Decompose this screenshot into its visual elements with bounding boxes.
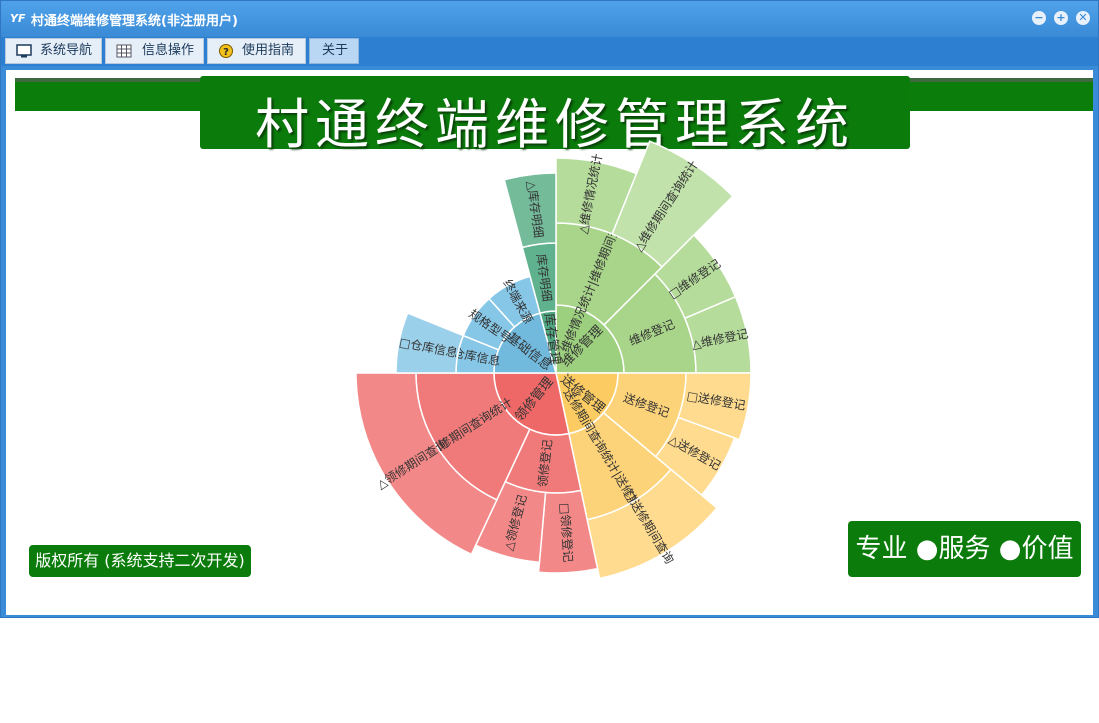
tab-about[interactable]: 关于: [309, 38, 359, 64]
grid-icon: [116, 44, 132, 58]
tab-label: 信息操作: [142, 43, 195, 58]
help-icon: ?: [219, 44, 233, 58]
menu-bar: 系统导航 信息操作 ? 使用指南 关于: [1, 37, 1098, 66]
svg-text:?: ?: [223, 47, 229, 58]
minimize-button[interactable]: −: [1032, 11, 1046, 25]
window-title: 村通终端维修管理系统(非注册用户): [31, 14, 238, 29]
tab-system-navigation[interactable]: 系统导航: [5, 38, 102, 64]
tab-label: 使用指南: [242, 43, 295, 58]
maximize-button[interactable]: +: [1054, 11, 1068, 25]
tab-information-operation[interactable]: 信息操作: [105, 38, 204, 64]
app-logo-icon: YF: [10, 12, 26, 25]
monitor-icon: [16, 44, 32, 58]
tab-label: 关于: [322, 43, 349, 58]
app-window: YF 村通终端维修管理系统(非注册用户) − + ✕ 系统导航 信息操作 ? 使…: [0, 0, 1099, 618]
copyright-text: 版权所有 (系统支持二次开发): [29, 545, 251, 577]
title-bar[interactable]: YF 村通终端维修管理系统(非注册用户) − + ✕: [1, 1, 1098, 37]
close-button[interactable]: ✕: [1076, 11, 1090, 25]
slogan-text: 专业 ●服务 ●价值: [848, 521, 1081, 577]
content-area: 村通终端维修管理系统 维修管理 送修管理 领修管理 基础信息 库存管理 维修情况统计|维修…: [6, 70, 1093, 615]
tab-user-guide[interactable]: ? 使用指南: [207, 38, 306, 64]
tab-label: 系统导航: [40, 43, 93, 58]
